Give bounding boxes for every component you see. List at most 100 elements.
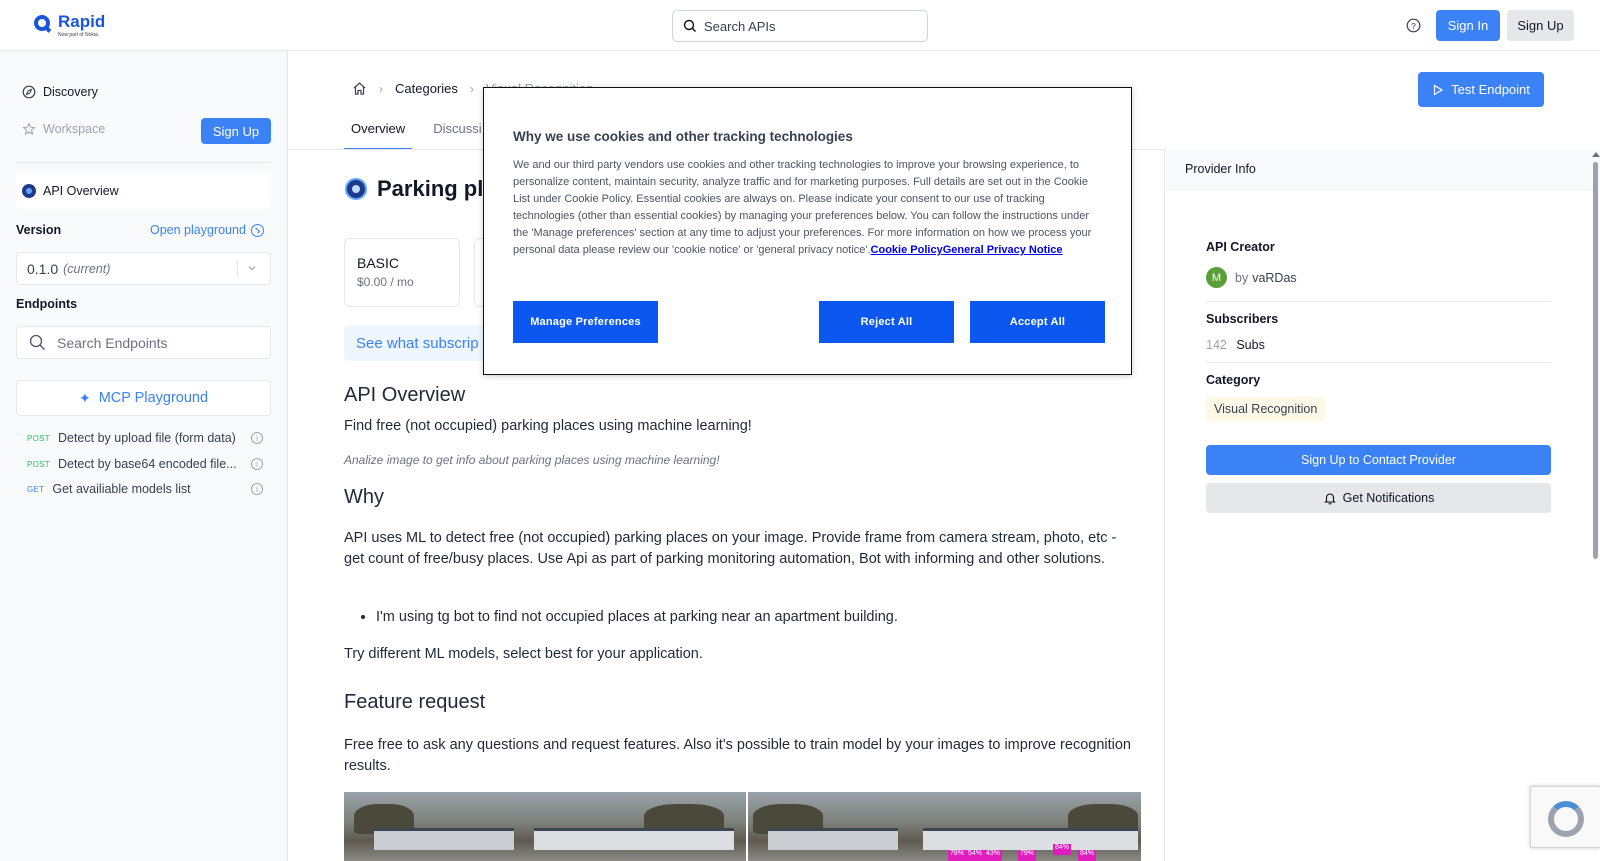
sidebar-item-label: API Overview bbox=[43, 184, 119, 198]
endpoint-method: POST bbox=[27, 459, 50, 469]
sidebar-item-api-overview[interactable]: API Overview bbox=[16, 173, 271, 209]
search-icon bbox=[29, 334, 45, 350]
svg-text:?: ? bbox=[1411, 21, 1416, 31]
endpoint-item[interactable]: POST Detect by upload file (form data) i bbox=[27, 431, 263, 445]
accept-all-button[interactable]: Accept All bbox=[970, 301, 1105, 343]
get-notifications-button[interactable]: Get Notifications bbox=[1206, 483, 1551, 513]
subscribers-label: Subscribers bbox=[1206, 312, 1279, 326]
search-endpoints-input[interactable]: Search Endpoints bbox=[16, 326, 271, 359]
recaptcha-icon bbox=[1548, 801, 1584, 837]
detection-tag: 78% bbox=[948, 850, 967, 861]
sidebar: Discovery Workspace Sign Up API Overview… bbox=[0, 51, 288, 861]
category-label: Category bbox=[1206, 373, 1261, 387]
api-logo-icon bbox=[345, 178, 367, 200]
test-endpoint-button[interactable]: Test Endpoint bbox=[1418, 72, 1544, 107]
creator-by: by bbox=[1235, 270, 1249, 285]
logo-subtitle: Now part of Nokia bbox=[58, 32, 98, 38]
sidebar-item-label: Discovery bbox=[43, 85, 98, 99]
overview-italic: Analize image to get info about parking … bbox=[344, 453, 720, 467]
subscribers-number: 142 bbox=[1206, 338, 1227, 352]
avatar: M bbox=[1206, 267, 1227, 288]
why-bullet: I'm using tg bot to find not occupied pl… bbox=[376, 609, 1140, 625]
home-icon[interactable] bbox=[352, 81, 367, 96]
endpoint-method: POST bbox=[27, 433, 50, 443]
sign-up-contact-provider-button[interactable]: Sign Up to Contact Provider bbox=[1206, 445, 1551, 475]
detection-tag: 84% bbox=[1053, 844, 1072, 855]
detection-tag: 79% bbox=[1018, 850, 1037, 861]
chevron-right-icon: › bbox=[379, 81, 383, 96]
star-icon bbox=[22, 122, 36, 136]
info-icon[interactable]: i bbox=[251, 458, 263, 470]
why-text: API uses ML to detect free (not occupied… bbox=[344, 530, 1117, 567]
sidebar-sign-up-button[interactable]: Sign Up bbox=[201, 118, 271, 144]
breadcrumb-categories[interactable]: Categories bbox=[395, 81, 458, 96]
search-endpoints-placeholder: Search Endpoints bbox=[57, 334, 168, 351]
bell-icon bbox=[1323, 493, 1336, 505]
mcp-playground-button[interactable]: ✦ MCP Playground bbox=[16, 380, 271, 416]
sign-in-button[interactable]: Sign In bbox=[1436, 10, 1500, 41]
version-tag: (current) bbox=[63, 261, 111, 276]
version-label: Version bbox=[16, 223, 62, 237]
see-subscriptions-link[interactable]: See what subscrip bbox=[344, 325, 484, 361]
endpoint-method: GET bbox=[27, 484, 45, 494]
endpoint-label: Detect by base64 encoded file... bbox=[57, 457, 237, 471]
api-creator-label: API Creator bbox=[1206, 240, 1275, 254]
privacy-notice-link[interactable]: General Privacy Notice bbox=[943, 244, 1063, 256]
parking-photo-annotated: 78% 54% 43% 79% 84% 84% bbox=[748, 792, 1141, 861]
provider-info-panel: Provider Info API Creator M by vaRDas Su… bbox=[1164, 149, 1600, 861]
page-title: Parking pl bbox=[377, 176, 484, 201]
cookie-consent-dialog: Why we use cookies and other tracking te… bbox=[483, 87, 1132, 375]
get-notifications-label: Get Notifications bbox=[1342, 491, 1435, 505]
top-bar: Rapid Now part of Nokia Search APIs ? Si… bbox=[0, 0, 1600, 51]
compass-icon bbox=[22, 85, 36, 99]
search-icon bbox=[683, 19, 696, 32]
endpoint-item[interactable]: GET Get availiable models list i bbox=[27, 482, 263, 496]
endpoints-label: Endpoints bbox=[16, 297, 78, 311]
rapid-logo[interactable]: Rapid Now part of Nokia bbox=[33, 13, 105, 39]
parking-photo bbox=[344, 792, 746, 861]
chevron-right-icon: › bbox=[469, 81, 474, 96]
test-endpoint-label: Test Endpoint bbox=[1451, 82, 1530, 97]
mcp-playground-label: MCP Playground bbox=[98, 390, 209, 406]
provider-info-heading: Provider Info bbox=[1165, 149, 1600, 190]
sidebar-item-discovery[interactable]: Discovery bbox=[22, 85, 98, 99]
play-icon bbox=[1434, 83, 1444, 96]
plan-card-basic[interactable]: BASIC $0.00 / mo bbox=[344, 238, 460, 307]
tab-discussions[interactable]: Discussi bbox=[426, 113, 488, 150]
recaptcha-badge[interactable] bbox=[1530, 786, 1600, 848]
version-select[interactable]: 0.1.0 (current) bbox=[16, 252, 271, 285]
version-value: 0.1.0 bbox=[27, 260, 59, 277]
subscribers-unit: Subs bbox=[1236, 338, 1265, 352]
feature-heading: Feature request bbox=[344, 691, 486, 713]
sidebar-item-workspace[interactable]: Workspace bbox=[22, 122, 105, 136]
endpoint-item[interactable]: POST Detect by base64 encoded file... i bbox=[27, 457, 263, 471]
chevron-down-icon bbox=[248, 266, 256, 271]
help-icon[interactable]: ? bbox=[1406, 18, 1421, 33]
sidebar-item-label: Workspace bbox=[43, 122, 106, 136]
cookie-body: We and our third party vendors use cooki… bbox=[513, 157, 1103, 259]
cookie-policy-link[interactable]: Cookie Policy bbox=[871, 244, 943, 256]
open-playground-label: Open playground bbox=[150, 223, 246, 237]
divider bbox=[1206, 362, 1551, 363]
plan-price: $0.00 / mo bbox=[357, 275, 414, 289]
search-apis-input[interactable]: Search APIs bbox=[672, 10, 928, 42]
why-heading: Why bbox=[344, 486, 384, 508]
arrow-right-circle-icon bbox=[250, 223, 264, 237]
sign-up-button[interactable]: Sign Up bbox=[1507, 10, 1574, 41]
info-icon[interactable]: i bbox=[251, 432, 263, 444]
info-icon[interactable]: i bbox=[251, 483, 263, 495]
tab-overview[interactable]: Overview bbox=[344, 113, 413, 150]
endpoint-label: Detect by upload file (form data) bbox=[57, 431, 236, 445]
try-text: Try different ML models, select best for… bbox=[344, 646, 703, 662]
api-creator[interactable]: M by vaRDas bbox=[1206, 267, 1297, 288]
reject-all-button[interactable]: Reject All bbox=[819, 301, 954, 343]
scrollbar[interactable] bbox=[1591, 149, 1600, 861]
detection-tag: 43% bbox=[984, 850, 1003, 861]
manage-preferences-button[interactable]: Manage Preferences bbox=[513, 301, 658, 343]
category-tag[interactable]: Visual Recognition bbox=[1206, 397, 1326, 421]
open-playground-link[interactable]: Open playground bbox=[150, 223, 264, 237]
sidebar-divider bbox=[16, 162, 271, 163]
feature-text: Free free to ask any questions and reque… bbox=[344, 737, 1131, 774]
feature-images: 78% 54% 43% 79% 84% 84% bbox=[344, 792, 1141, 861]
search-apis-placeholder: Search APIs bbox=[704, 18, 776, 34]
